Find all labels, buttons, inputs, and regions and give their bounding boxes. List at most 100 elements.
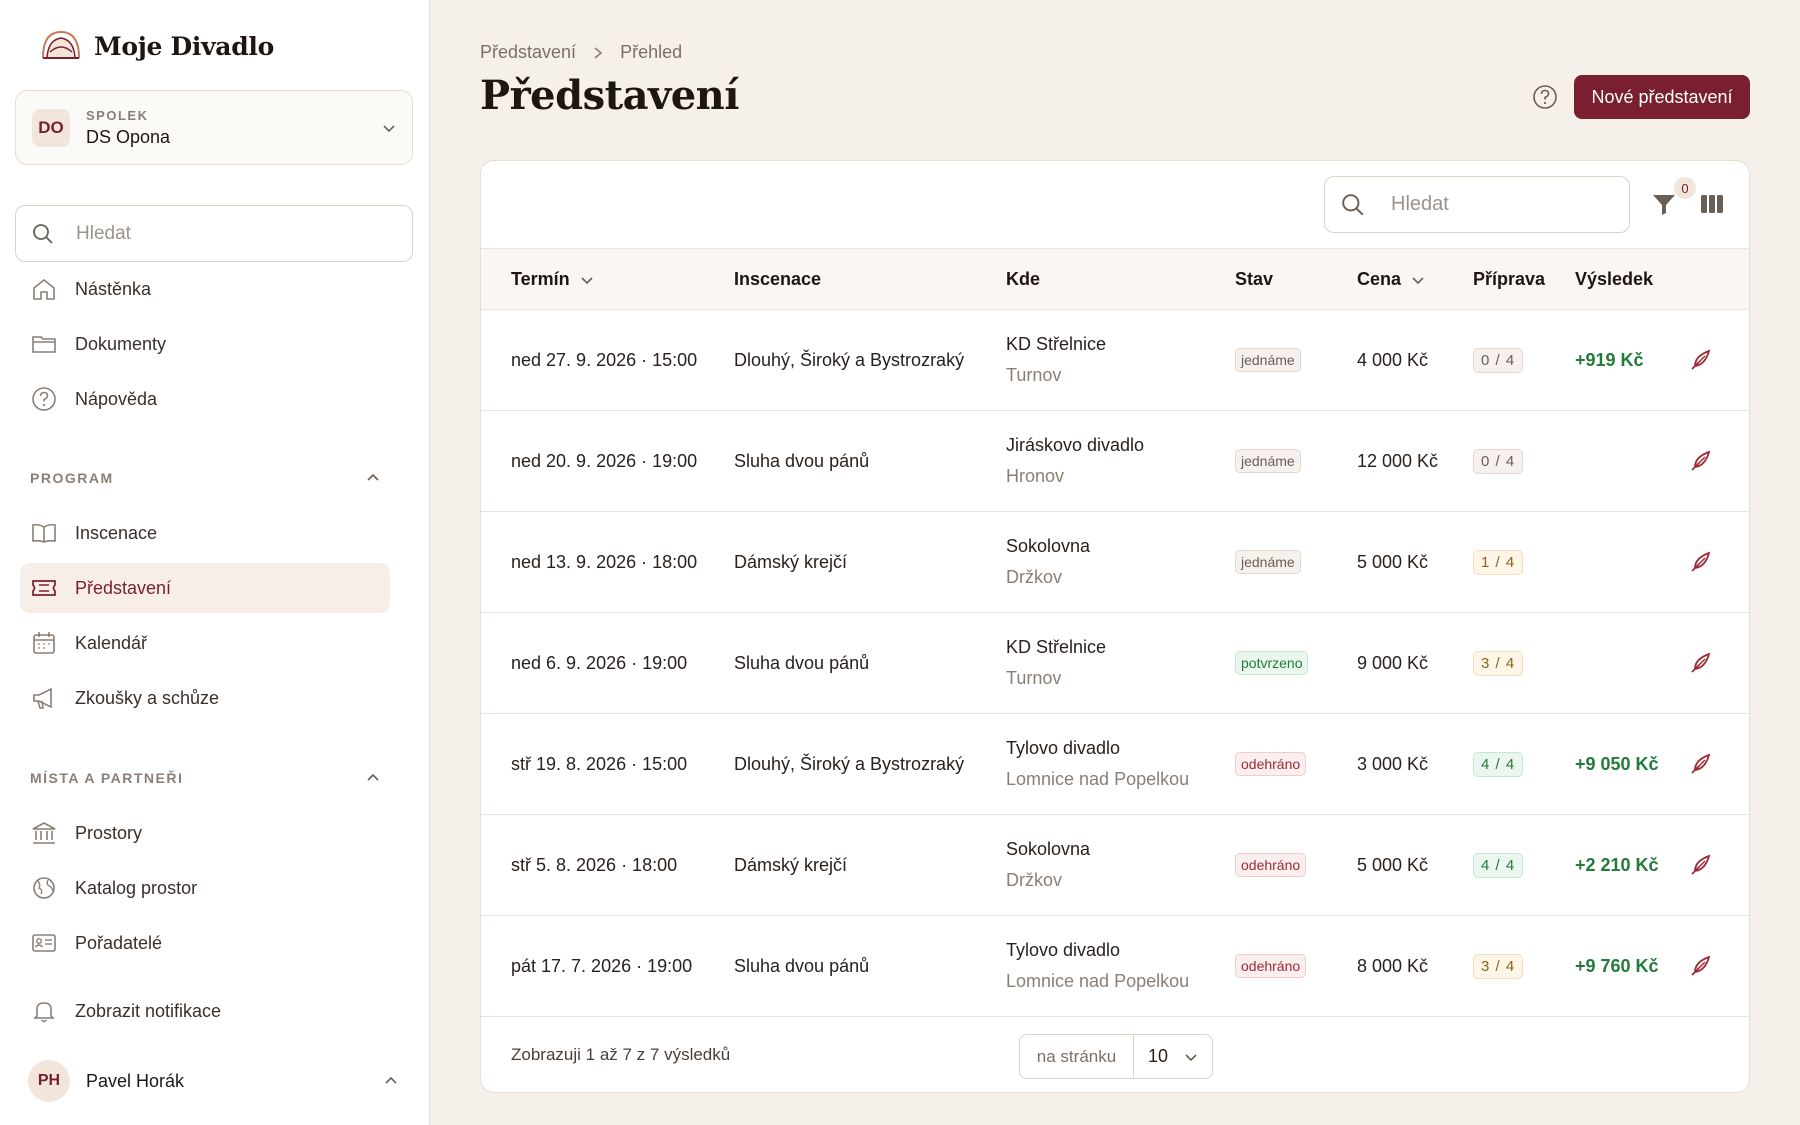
quill-edit-icon[interactable]	[1689, 853, 1713, 877]
price-text: 9 000 Kč	[1357, 652, 1429, 673]
megaphone-icon	[30, 684, 58, 712]
help-icon[interactable]	[1532, 84, 1558, 110]
nav-item-venues[interactable]: Prostory	[20, 808, 390, 858]
new-performance-button[interactable]: Nové představení	[1574, 75, 1750, 119]
price-cell: 8 000 Kč	[1357, 916, 1428, 1016]
nav-item-rehearsals[interactable]: Zkoušky a schůze	[20, 673, 390, 723]
edit-cell	[1689, 714, 1713, 814]
per-page-label: na stránku	[1020, 1035, 1134, 1078]
column-label: Stav	[1235, 269, 1274, 289]
production-text: Sluha dvou pánů	[734, 652, 870, 673]
table-row[interactable]: pát 17. 7. 2026 · 19:00 Sluha dvou pánů …	[481, 916, 1749, 1017]
section-header-program[interactable]: PROGRAM	[30, 470, 380, 486]
chevron-up-icon	[367, 773, 379, 781]
production-cell: Sluha dvou pánů	[734, 411, 869, 511]
column-header-date[interactable]: Termín	[511, 249, 594, 310]
help-icon	[30, 385, 58, 413]
nav-item-venue-catalog[interactable]: Katalog prostor	[20, 863, 390, 913]
per-page-value: 10	[1148, 1046, 1169, 1066]
nav-item-organizers[interactable]: Pořadatelé	[20, 918, 390, 968]
column-header-price[interactable]: Cena	[1357, 249, 1425, 310]
production-cell: Dlouhý, Široký a Bystrozraký	[734, 310, 964, 410]
price-cell: 12 000 Kč	[1357, 411, 1438, 511]
quill-edit-icon[interactable]	[1689, 348, 1713, 372]
status-badge: jednáme	[1235, 449, 1301, 473]
chevron-right-icon	[594, 46, 603, 59]
table-row[interactable]: stř 19. 8. 2026 · 15:00 Dlouhý, Široký a…	[481, 714, 1749, 815]
price-cell: 5 000 Kč	[1357, 512, 1428, 612]
column-label: Inscenace	[734, 269, 822, 289]
nav-item-dashboard[interactable]: Nástěnka	[20, 264, 390, 314]
nav-label: Představení	[75, 577, 172, 598]
nav-item-calendar[interactable]: Kalendář	[20, 618, 390, 668]
table-row[interactable]: ned 6. 9. 2026 · 19:00 Sluha dvou pánů K…	[481, 613, 1749, 714]
quill-edit-icon[interactable]	[1689, 449, 1713, 473]
columns-icon[interactable]	[1699, 191, 1725, 217]
filter-icon[interactable]	[1651, 191, 1677, 217]
production-text: Sluha dvou pánů	[734, 450, 870, 471]
building-icon	[30, 819, 58, 847]
preparation-badge: 4 / 4	[1473, 751, 1524, 777]
venue-name: KD Střelnice	[1006, 334, 1107, 354]
status-badge: jednáme	[1235, 550, 1301, 574]
production-cell: Sluha dvou pánů	[734, 613, 869, 713]
date-cell: stř 19. 8. 2026 · 15:00	[511, 714, 687, 814]
nav-item-performances[interactable]: Představení	[20, 563, 390, 613]
user-menu[interactable]: PH Pavel Horák	[28, 1060, 398, 1102]
table-row[interactable]: ned 13. 9. 2026 · 18:00 Dámský krejčí So…	[481, 512, 1749, 613]
quill-edit-icon[interactable]	[1689, 752, 1713, 776]
quill-edit-icon[interactable]	[1689, 651, 1713, 675]
nav-item-documents[interactable]: Dokumenty	[20, 319, 390, 369]
table-body: ned 27. 9. 2026 · 15:00 Dlouhý, Široký a…	[481, 310, 1749, 1017]
nav-item-help[interactable]: Nápověda	[20, 374, 390, 424]
section-header-places[interactable]: MÍSTA A PARTNEŘI	[30, 770, 380, 786]
organization-switcher[interactable]: DO SPOLEK DS Opona	[15, 90, 413, 165]
table-row[interactable]: ned 20. 9. 2026 · 19:00 Sluha dvou pánů …	[481, 411, 1749, 512]
table-search[interactable]	[1324, 176, 1630, 233]
globe-icon	[30, 874, 58, 902]
status-badge: odehráno	[1235, 853, 1307, 877]
nav-label: Kalendář	[75, 632, 148, 653]
price-text: 4 000 Kč	[1357, 349, 1429, 370]
column-header-status: Stav	[1235, 249, 1273, 310]
production-cell: Sluha dvou pánů	[734, 916, 869, 1016]
book-icon	[30, 519, 58, 547]
nav-item-productions[interactable]: Inscenace	[20, 508, 390, 558]
theater-logo-icon	[42, 30, 80, 59]
nav-item-notifications[interactable]: Zobrazit notifikace	[20, 986, 390, 1036]
table-row[interactable]: ned 27. 9. 2026 · 15:00 Dlouhý, Široký a…	[481, 310, 1749, 411]
venue-city: Turnov	[1006, 365, 1062, 385]
table-row[interactable]: stř 5. 8. 2026 · 18:00 Dámský krejčí Sok…	[481, 815, 1749, 916]
id-card-icon	[30, 929, 58, 957]
preparation-badge: 3 / 4	[1473, 953, 1524, 979]
status-badge: odehráno	[1235, 752, 1307, 776]
preparation-cell: 1 / 4	[1473, 512, 1524, 612]
edit-cell	[1689, 310, 1713, 410]
edit-cell	[1689, 916, 1713, 1016]
table-footer: Zobrazuji 1 až 7 z 7 výsledků na stránku…	[481, 1021, 1749, 1092]
nav-label: Prostory	[75, 822, 143, 843]
preparation-badge: 0 / 4	[1473, 448, 1524, 474]
per-page-select[interactable]: na stránku 10	[1019, 1034, 1213, 1079]
preparation-badge: 4 / 4	[1473, 852, 1524, 878]
nav-label: Inscenace	[75, 522, 158, 543]
venue-cell: Tylovo divadlo Lomnice nad Popelkou	[1006, 916, 1189, 1016]
table-header: Termín Inscenace Kde Stav Cena Příprava …	[481, 249, 1749, 310]
quill-edit-icon[interactable]	[1689, 954, 1713, 978]
production-text: Dlouhý, Široký a Bystrozraký	[734, 753, 965, 774]
breadcrumb-link[interactable]: Představení	[480, 42, 576, 63]
status-cell: odehráno	[1235, 916, 1307, 1016]
status-cell: jednáme	[1235, 512, 1301, 612]
sidebar-search-input[interactable]	[76, 222, 376, 245]
venue-cell: KD Střelnice Turnov	[1006, 310, 1106, 410]
brand[interactable]: Moje Divadlo	[40, 28, 274, 64]
sidebar-search[interactable]	[15, 205, 413, 262]
production-text: Dámský krejčí	[734, 854, 848, 875]
price-text: 12 000 Kč	[1357, 450, 1439, 471]
per-page-value-wrap[interactable]: 10	[1134, 1046, 1212, 1067]
quill-edit-icon[interactable]	[1689, 550, 1713, 574]
venue-name: KD Střelnice	[1006, 637, 1107, 657]
table-search-input[interactable]	[1391, 193, 1611, 216]
column-header-venue: Kde	[1006, 249, 1040, 310]
date-text: ned 27. 9. 2026 · 15:00	[511, 349, 698, 370]
